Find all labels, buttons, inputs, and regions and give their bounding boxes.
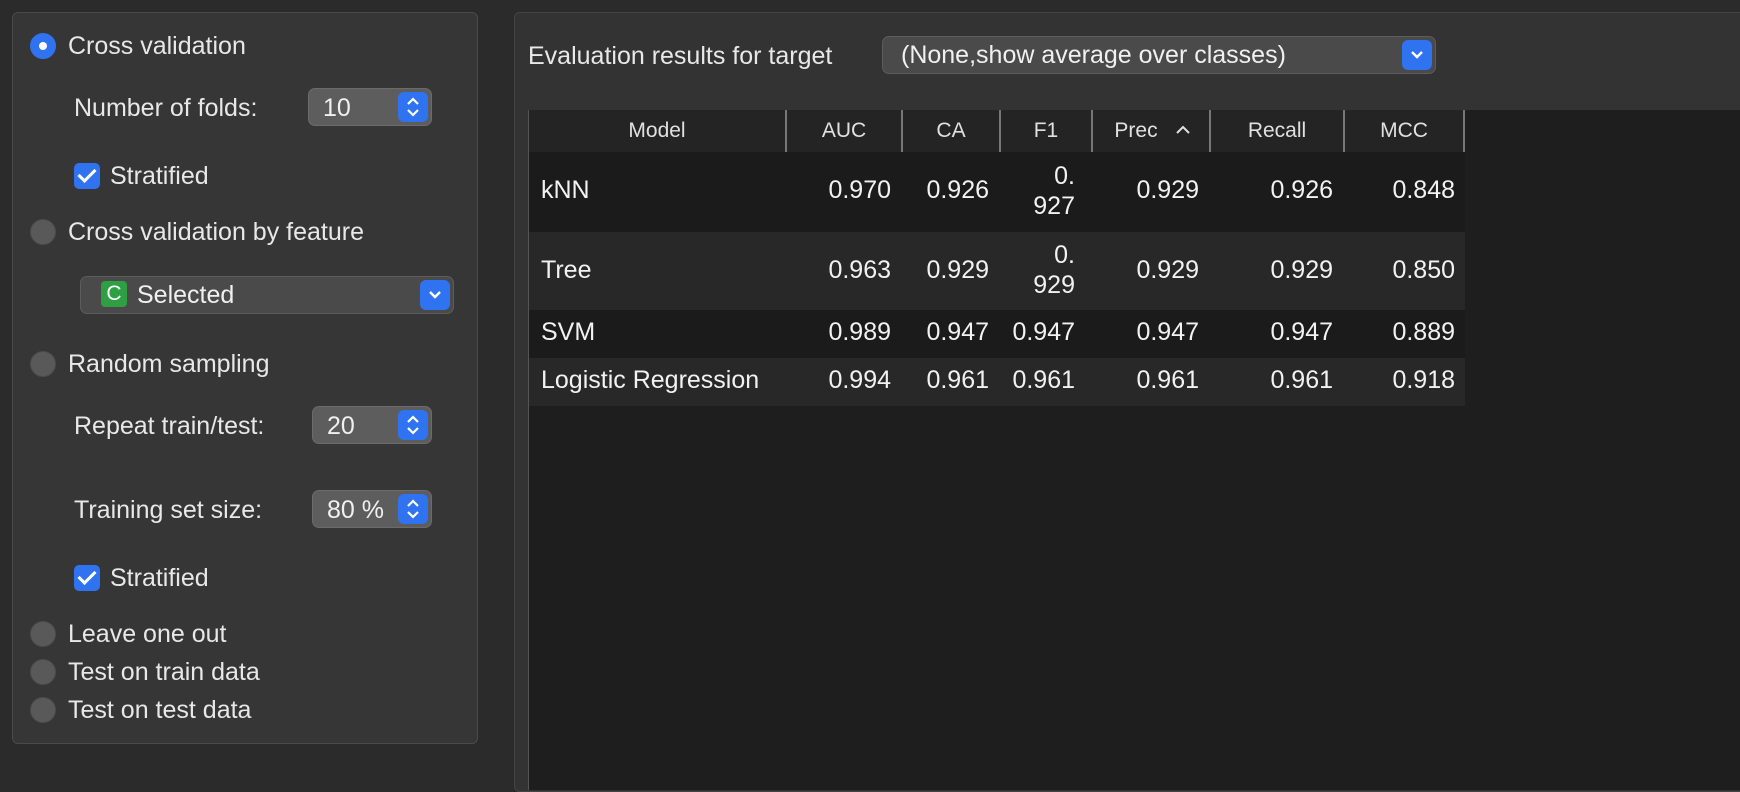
sort-ascending-icon xyxy=(1176,125,1190,134)
header-ca[interactable]: CA xyxy=(903,110,1001,152)
leave-one-out-radio[interactable] xyxy=(30,621,56,647)
cell-model: kNN xyxy=(541,176,590,204)
header-f1[interactable]: F1 xyxy=(1001,110,1093,152)
cell-prec: 0.929 xyxy=(1136,256,1199,284)
repeat-label: Repeat train/test: xyxy=(74,412,265,440)
training-size-label: Training set size: xyxy=(74,496,263,524)
stratified-label-2: Stratified xyxy=(110,564,209,592)
evaluation-target-label: Evaluation results for target xyxy=(528,42,833,70)
cell-mcc: 0.848 xyxy=(1392,176,1455,204)
cell-auc: 0.994 xyxy=(828,366,891,394)
test-on-test-radio[interactable] xyxy=(30,697,56,723)
cell-recall: 0.926 xyxy=(1270,176,1333,204)
cell-mcc: 0.889 xyxy=(1392,318,1455,346)
leave-one-out-label: Leave one out xyxy=(68,620,227,648)
table-row[interactable]: Tree 0.963 0.929 0. 929 0.929 0.929 0.85… xyxy=(529,232,1465,310)
table-row[interactable]: kNN 0.970 0.926 0. 927 0.929 0.926 0.848 xyxy=(529,152,1465,232)
test-on-train-label: Test on train data xyxy=(68,658,260,686)
cell-recall: 0.961 xyxy=(1270,366,1333,394)
chevron-down-icon[interactable] xyxy=(1402,40,1432,70)
stratified-label-1: Stratified xyxy=(110,162,209,190)
cell-recall: 0.929 xyxy=(1270,256,1333,284)
cell-auc: 0.963 xyxy=(828,256,891,284)
table-row[interactable]: Logistic Regression 0.994 0.961 0.961 0.… xyxy=(529,358,1465,406)
folds-label: Number of folds: xyxy=(74,94,258,122)
cell-mcc: 0.918 xyxy=(1392,366,1455,394)
stratified-checkbox-2[interactable] xyxy=(74,565,100,591)
cell-ca: 0.929 xyxy=(926,256,989,284)
test-on-train-radio[interactable] xyxy=(30,659,56,685)
cell-model: Tree xyxy=(541,256,592,284)
cell-prec: 0.947 xyxy=(1136,318,1199,346)
cell-f1-line1: 0. xyxy=(1054,241,1075,269)
categorical-badge-icon: C xyxy=(101,281,127,307)
table-row[interactable]: SVM 0.989 0.947 0.947 0.947 0.947 0.889 xyxy=(529,310,1465,358)
cv-by-feature-radio[interactable] xyxy=(30,219,56,245)
training-size-spinbox[interactable]: 80 % xyxy=(312,490,432,528)
header-auc[interactable]: AUC xyxy=(787,110,903,152)
header-mcc[interactable]: MCC xyxy=(1345,110,1465,152)
cv-by-feature-label: Cross validation by feature xyxy=(68,218,364,246)
header-prec-cell[interactable]: Prec xyxy=(1093,110,1211,152)
stratified-checkbox-1[interactable] xyxy=(74,163,100,189)
target-select-value: (None,show average over classes) xyxy=(901,41,1286,69)
cell-f1-line2: 929 xyxy=(1033,271,1075,299)
feature-select-value: Selected xyxy=(137,281,235,309)
feature-select[interactable]: C Selected xyxy=(80,276,454,314)
header-recall[interactable]: Recall xyxy=(1211,110,1345,152)
cell-f1-line2: 927 xyxy=(1033,192,1075,220)
cell-ca: 0.961 xyxy=(926,366,989,394)
cell-f1-line1: 0. xyxy=(1054,162,1075,190)
cell-f1: 0.961 xyxy=(1012,366,1075,394)
folds-stepper-icon[interactable] xyxy=(398,92,428,122)
cell-model: Logistic Regression xyxy=(541,366,760,394)
header-prec: Prec xyxy=(1114,119,1158,142)
repeat-stepper-icon[interactable] xyxy=(398,410,428,440)
repeat-value: 20 xyxy=(327,412,355,440)
folds-value: 10 xyxy=(323,94,351,122)
cell-prec: 0.929 xyxy=(1136,176,1199,204)
cell-auc: 0.989 xyxy=(828,318,891,346)
repeat-spinbox[interactable]: 20 xyxy=(312,406,432,444)
test-on-test-label: Test on test data xyxy=(68,696,252,724)
cell-model: SVM xyxy=(541,318,596,346)
cell-f1: 0.947 xyxy=(1012,318,1075,346)
random-sampling-label: Random sampling xyxy=(68,350,270,378)
cell-ca: 0.947 xyxy=(926,318,989,346)
folds-spinbox[interactable]: 10 xyxy=(308,88,432,126)
cell-prec: 0.961 xyxy=(1136,366,1199,394)
header-model[interactable]: Model xyxy=(529,110,787,152)
cell-auc: 0.970 xyxy=(828,176,891,204)
cell-mcc: 0.850 xyxy=(1392,256,1455,284)
random-sampling-radio[interactable] xyxy=(30,351,56,377)
training-size-stepper-icon[interactable] xyxy=(398,494,428,524)
target-select[interactable]: (None,show average over classes) xyxy=(882,36,1436,74)
training-size-value: 80 % xyxy=(327,496,384,524)
cross-validation-label: Cross validation xyxy=(68,32,246,60)
cross-validation-radio[interactable] xyxy=(30,33,56,59)
chevron-down-icon[interactable] xyxy=(420,280,450,310)
results-table: Model AUC CA F1 Prec Recall MCC kNN 0.97… xyxy=(528,110,1740,790)
cell-ca: 0.926 xyxy=(926,176,989,204)
cell-recall: 0.947 xyxy=(1270,318,1333,346)
